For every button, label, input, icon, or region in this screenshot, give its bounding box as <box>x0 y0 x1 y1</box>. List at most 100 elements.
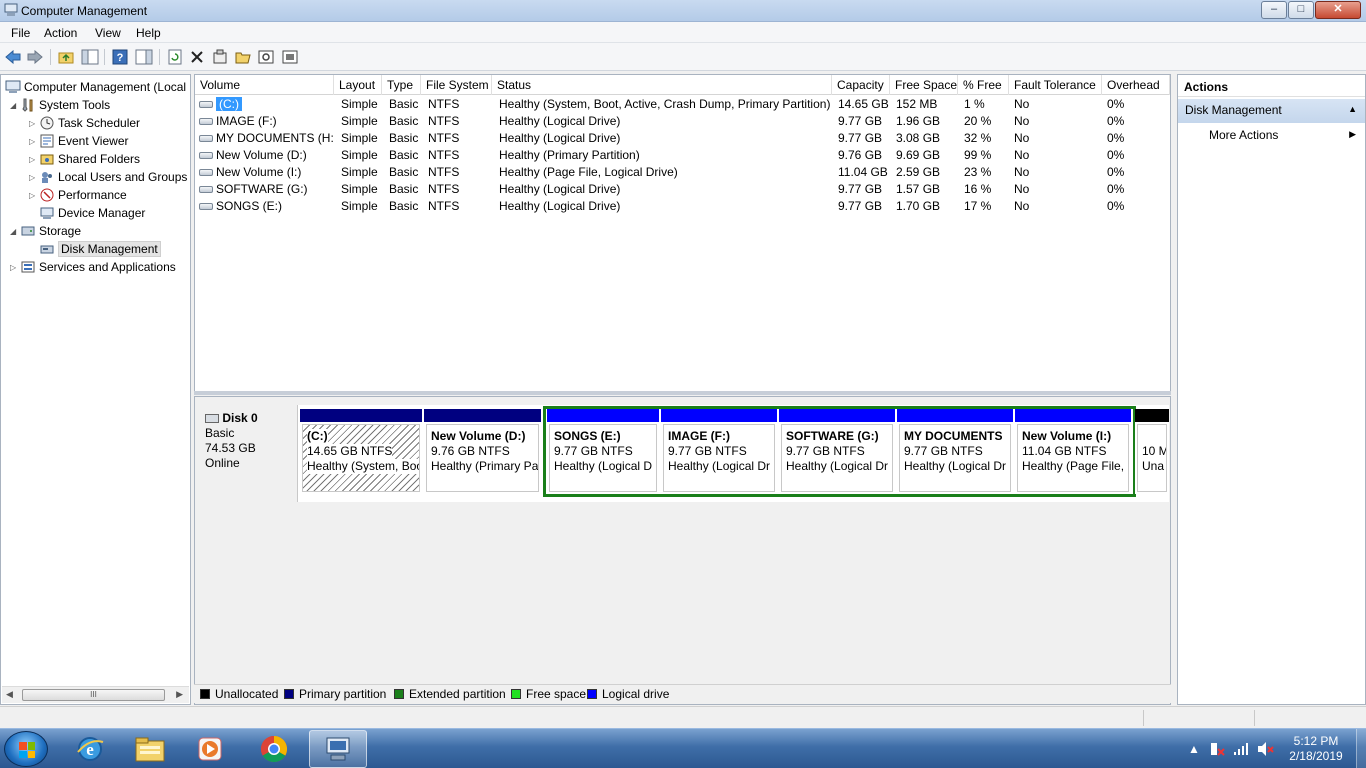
menu-help[interactable]: Help <box>136 26 161 40</box>
disk-0-info[interactable]: Disk 0 Basic 74.53 GB Online <box>196 405 298 502</box>
show-desktop-button[interactable] <box>1356 729 1366 768</box>
partition-logical[interactable]: MY DOCUMENTS 9.77 GB NTFS Healthy (Logical… <box>897 409 1013 494</box>
table-cell: SONGS (E:) <box>199 198 333 215</box>
scroll-thumb[interactable]: III <box>22 689 165 701</box>
maximize-button[interactable]: □ <box>1288 1 1314 19</box>
table-row[interactable]: SONGS (E:) Simple Basic NTFS Healthy (Logica… <box>195 198 1170 215</box>
ie-icon[interactable]: e <box>61 730 119 768</box>
partition-status: Healthy (Logical D <box>554 459 653 473</box>
system-clock[interactable]: 5:12 PM 2/18/2019 <box>1276 734 1356 764</box>
expanded-arrow-icon[interactable]: ◢ <box>10 101 20 110</box>
minimize-button[interactable]: – <box>1261 1 1287 19</box>
collapsed-arrow-icon[interactable]: ▷ <box>10 263 20 272</box>
more-actions-item[interactable]: More Actions ▶ <box>1178 125 1365 145</box>
network-icon[interactable] <box>1233 729 1249 768</box>
table-row[interactable]: SOFTWARE (G:) Simple Basic NTFS Healthy (Log… <box>195 181 1170 198</box>
open-icon[interactable] <box>234 48 252 66</box>
table-cell: Basic <box>389 165 419 179</box>
collapsed-arrow-icon[interactable]: ▷ <box>29 137 39 146</box>
tree-item-device-manager[interactable]: Device Manager <box>39 204 145 222</box>
partition-logical[interactable]: SOFTWARE (G:) 9.77 GB NTFS Healthy (Logica… <box>779 409 895 494</box>
chrome-icon[interactable] <box>245 730 303 768</box>
partition-color-bar <box>300 409 422 422</box>
back-arrow-icon[interactable] <box>4 48 22 66</box>
table-row[interactable]: New Volume (I:) Simple Basic NTFS Healthy (P… <box>195 164 1170 181</box>
partition-logical[interactable]: SONGS (E:) 9.77 GB NTFS Healthy (Logical D <box>547 409 659 494</box>
settings-icon[interactable] <box>281 48 299 66</box>
disk-type: Basic <box>205 426 235 440</box>
tree-item-storage[interactable]: ◢ Storage <box>10 222 81 240</box>
partition-unallocated[interactable]: 10 M Una <box>1135 409 1169 494</box>
tree-item-performance[interactable]: ▷ Performance <box>29 186 127 204</box>
table-row[interactable]: IMAGE (F:) Simple Basic NTFS Healthy (Logica… <box>195 113 1170 130</box>
column-header-free-space[interactable]: Free Space <box>890 75 958 95</box>
scroll-right-arrow-icon[interactable]: ▶ <box>176 689 183 700</box>
volume-muted-icon[interactable] <box>1257 729 1275 768</box>
column-header-file-system[interactable]: File System <box>421 75 492 95</box>
disk-state: Online <box>205 456 240 470</box>
table-cell: NTFS <box>428 131 460 145</box>
pane-splitter[interactable] <box>194 391 1171 395</box>
column-header-percent-free[interactable]: % Free <box>958 75 1009 95</box>
tree-item-computer-management[interactable]: Computer Management (Local <box>5 78 186 96</box>
partition-name: IMAGE (F:) <box>668 429 730 443</box>
show-hide-action-pane-icon[interactable] <box>135 48 153 66</box>
up-folder-icon[interactable] <box>57 48 75 66</box>
table-cell: NTFS <box>428 165 460 179</box>
computer-management-taskbar-button[interactable] <box>309 730 367 768</box>
menu-file[interactable]: File <box>11 26 30 40</box>
tree-item-disk-management[interactable]: Disk Management <box>39 240 161 258</box>
show-hide-tree-icon[interactable] <box>81 48 99 66</box>
column-header-status[interactable]: Status <box>492 75 832 95</box>
partition-primary[interactable]: (C:) 14.65 GB NTFS Healthy (System, Boo <box>300 409 422 494</box>
collapsed-arrow-icon[interactable]: ▷ <box>29 191 39 200</box>
media-player-icon[interactable] <box>181 730 239 768</box>
partition-logical[interactable]: IMAGE (F:) 9.77 GB NTFS Healthy (Logical D… <box>661 409 777 494</box>
help-icon[interactable]: ? <box>111 48 129 66</box>
actions-header: Actions <box>1178 75 1365 97</box>
column-header-volume[interactable]: Volume <box>195 75 334 95</box>
delete-icon[interactable] <box>188 48 206 66</box>
table-cell: 9.77 GB <box>838 114 883 128</box>
expanded-arrow-icon[interactable]: ◢ <box>10 227 20 236</box>
forward-arrow-icon[interactable] <box>26 48 44 66</box>
menu-view[interactable]: View <box>95 26 121 40</box>
partition-name: SONGS (E:) <box>554 429 621 443</box>
tree-item-shared-folders[interactable]: ▷ Shared Folders <box>29 150 140 168</box>
device-manager-icon <box>39 205 55 221</box>
find-icon[interactable] <box>257 48 275 66</box>
actions-section-disk-management[interactable]: Disk Management ▲ <box>1178 99 1365 123</box>
tree-item-local-users[interactable]: ▷ Local Users and Groups <box>29 168 187 186</box>
column-header-type[interactable]: Type <box>382 75 421 95</box>
partition-primary[interactable]: New Volume (D:) 9.76 GB NTFS Healthy (Prim… <box>424 409 541 494</box>
table-row[interactable]: (C:) Simple Basic NTFS Healthy (System, Boot… <box>195 96 1170 113</box>
collapsed-arrow-icon[interactable]: ▷ <box>29 155 39 164</box>
column-header-layout[interactable]: Layout <box>334 75 382 95</box>
column-header-fault-tolerance[interactable]: Fault Tolerance <box>1009 75 1102 95</box>
column-header-overhead[interactable]: Overhead <box>1102 75 1170 95</box>
table-row[interactable]: MY DOCUMENTS (H:) Simple Basic NTFS Healthy … <box>195 130 1170 147</box>
collapse-up-icon[interactable]: ▲ <box>1348 104 1357 114</box>
collapsed-arrow-icon[interactable]: ▷ <box>29 173 39 182</box>
table-row[interactable]: New Volume (D:) Simple Basic NTFS Healthy (P… <box>195 147 1170 164</box>
action-center-icon[interactable] <box>1209 729 1225 768</box>
explorer-icon[interactable] <box>121 730 179 768</box>
scroll-left-arrow-icon[interactable]: ◀ <box>6 689 13 700</box>
menu-action[interactable]: Action <box>44 26 77 40</box>
tree-item-event-viewer[interactable]: ▷ Event Viewer <box>29 132 128 150</box>
refresh-icon[interactable] <box>166 48 184 66</box>
table-cell: Healthy (Logical Drive) <box>499 182 621 196</box>
tree-item-system-tools[interactable]: ◢ System Tools <box>10 96 110 114</box>
start-button[interactable] <box>4 731 48 767</box>
properties-icon[interactable] <box>211 48 229 66</box>
collapsed-arrow-icon[interactable]: ▷ <box>29 119 39 128</box>
tree-horizontal-scrollbar[interactable]: ◀ III ▶ <box>2 686 189 703</box>
tree-item-task-scheduler[interactable]: ▷ Task Scheduler <box>29 114 140 132</box>
column-header-capacity[interactable]: Capacity <box>832 75 890 95</box>
close-button[interactable]: ✕ <box>1315 1 1361 19</box>
show-hidden-icons-button[interactable]: ▲ <box>1188 729 1200 768</box>
volume-name: SONGS (E:) <box>216 199 283 213</box>
tree-item-services-applications[interactable]: ▷ Services and Applications <box>10 258 176 276</box>
partition-color-bar <box>547 409 659 422</box>
partition-logical[interactable]: New Volume (I:) 11.04 GB NTFS Healthy (Pag… <box>1015 409 1131 494</box>
